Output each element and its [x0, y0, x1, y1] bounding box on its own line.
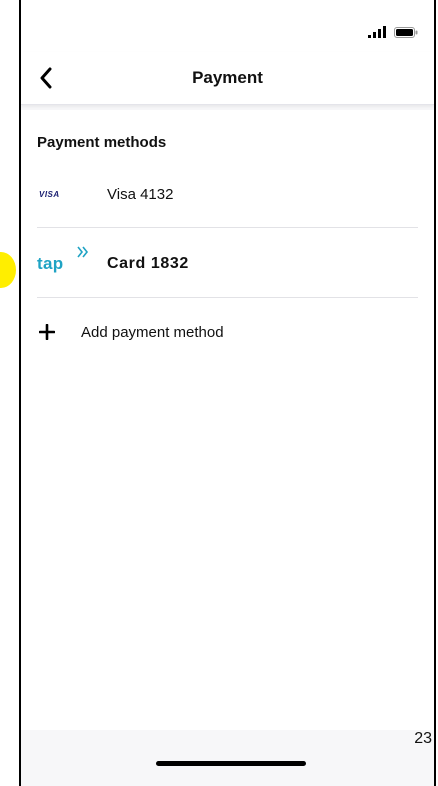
back-button[interactable] — [31, 62, 61, 94]
row-divider — [37, 297, 418, 298]
payment-method-tap[interactable]: tap Card 1832 — [21, 230, 434, 298]
section-header: Payment methods — [37, 134, 167, 151]
phone-screen: Payment Payment methods VISA Visa 4132 t… — [19, 0, 436, 786]
payment-method-label: Card 1832 — [107, 255, 189, 272]
row-divider — [37, 227, 418, 228]
highlight-marker — [0, 252, 16, 288]
status-bar — [21, 0, 434, 52]
tap-logo: tap — [37, 246, 89, 274]
tap-logo-chevrons-icon — [77, 246, 89, 258]
payment-method-label: Visa 4132 — [107, 185, 174, 203]
cellular-signal-icon — [368, 26, 386, 38]
add-payment-method-button[interactable]: Add payment method — [21, 310, 434, 354]
add-payment-method-label: Add payment method — [81, 323, 224, 341]
plus-icon — [39, 324, 55, 340]
screenshot-stage: Payment Payment methods VISA Visa 4132 t… — [0, 0, 438, 786]
payment-method-visa[interactable]: VISA Visa 4132 — [21, 160, 434, 228]
page-number: 23 — [414, 730, 432, 747]
home-indicator[interactable] — [156, 761, 306, 766]
tap-logo-text: tap — [37, 254, 64, 273]
visa-logo: VISA — [39, 189, 60, 199]
navigation-bar: Payment — [21, 52, 434, 105]
payment-methods-section: Payment methods VISA Visa 4132 tap Card … — [21, 110, 434, 730]
footer-area — [21, 730, 434, 786]
page-title: Payment — [192, 68, 263, 87]
battery-icon — [394, 27, 418, 38]
chevron-left-icon — [40, 67, 52, 89]
